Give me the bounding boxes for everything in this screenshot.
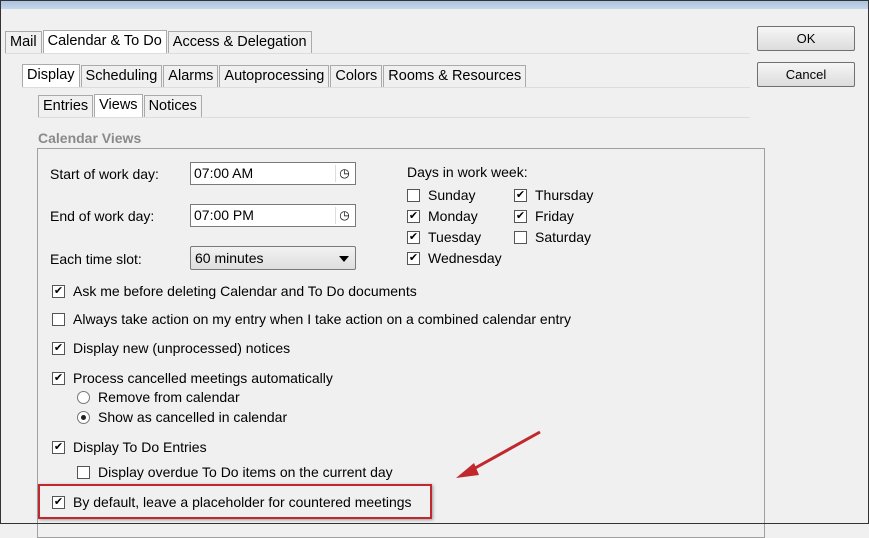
main-tabs: Mail Calendar & To Do Access & Delegation [5,30,313,53]
radio-option[interactable]: Show as cancelled in calendar [77,409,287,425]
time-slot-select[interactable]: 60 minutes [190,246,356,270]
tab-views[interactable]: Views [94,94,143,117]
radio-option[interactable]: Remove from calendar [77,389,240,405]
checkbox[interactable]: ✔ [514,209,527,223]
day-label: Thursday [535,187,594,203]
tab-notices[interactable]: Notices [143,95,202,117]
day-checkbox-friday[interactable]: ✔ Friday [514,208,574,224]
checkbox[interactable]: ✔ [52,440,65,454]
divider [22,87,750,88]
title-bar [0,0,869,9]
start-time-input[interactable]: 07:00 AM ◷ [190,162,356,185]
checkbox[interactable] [407,188,420,202]
tab-rooms-resources[interactable]: Rooms & Resources [383,65,527,87]
start-label: Start of work day: [50,166,159,182]
slot-label: Each time slot: [50,251,142,267]
tab-access-delegation[interactable]: Access & Delegation [167,31,312,53]
option-label: Always take action on my entry when I ta… [73,311,572,327]
checkbox[interactable]: ✔ [52,284,65,298]
tab-display[interactable]: Display [22,64,80,87]
cancel-button[interactable]: Cancel [757,62,855,87]
tab-scheduling[interactable]: Scheduling [80,65,163,87]
option-checkbox[interactable]: ✔ Display To Do Entries [52,439,207,455]
highlight-box [38,484,432,519]
day-label: Saturday [535,229,592,245]
checkbox[interactable]: ✔ [407,251,420,265]
option-label: Ask me before deleting Calendar and To D… [73,283,417,299]
time-slot-value: 60 minutes [195,250,264,266]
option-checkbox[interactable]: ✔ Process cancelled meetings automaticall… [52,370,333,386]
tab-calendar-to-do[interactable]: Calendar & To Do [42,30,167,53]
day-checkbox-wednesday[interactable]: ✔ Wednesday [407,250,502,266]
tab-mail[interactable]: Mail [5,31,42,53]
end-label: End of work day: [50,208,155,224]
option-label: Remove from calendar [98,389,240,405]
option-label: Display overdue To Do items on the curre… [98,464,393,480]
checkbox[interactable]: ✔ [52,371,65,385]
end-time-input[interactable]: 07:00 PM ◷ [190,204,356,227]
tab-alarms[interactable]: Alarms [163,65,219,87]
tab-entries[interactable]: Entries [38,95,94,117]
option-checkbox[interactable]: ✔ Ask me before deleting Calendar and To … [52,283,417,299]
day-checkbox-thursday[interactable]: ✔ Thursday [514,187,593,203]
clock-icon[interactable]: ◷ [335,165,353,182]
day-checkbox-saturday[interactable]: Saturday [514,229,591,245]
annotation-arrow [456,430,541,478]
chevron-down-icon [339,256,349,262]
option-checkbox[interactable]: ✔ Display new (unprocessed) notices [52,340,290,356]
checkbox[interactable]: ✔ [407,230,420,244]
start-time-value: 07:00 AM [194,165,254,181]
day-checkbox-sunday[interactable]: Sunday [407,187,475,203]
option-label: Process cancelled meetings automatically [73,370,333,386]
divider [5,53,750,54]
day-label: Sunday [428,187,476,203]
option-checkbox[interactable]: Display overdue To Do items on the curre… [77,464,393,480]
views-tabs: Entries Views Notices [38,94,203,117]
day-label: Monday [428,208,478,224]
tab-colors[interactable]: Colors [330,65,383,87]
checkbox[interactable]: ✔ [52,341,65,355]
day-checkbox-monday[interactable]: ✔ Monday [407,208,478,224]
divider [38,117,750,118]
ok-button[interactable]: OK [757,26,855,51]
radio[interactable] [77,390,90,404]
day-label: Wednesday [428,250,502,266]
option-label: Display To Do Entries [73,439,207,455]
option-checkbox[interactable]: Always take action on my entry when I ta… [52,311,571,327]
end-time-value: 07:00 PM [194,207,254,223]
radio[interactable] [77,410,90,424]
day-label: Friday [535,208,574,224]
checkbox[interactable]: ✔ [514,188,527,202]
group-title: Calendar Views [38,130,142,146]
sub-tabs: Display Scheduling Alarms Autoprocessing Col… [22,64,527,87]
clock-icon[interactable]: ◷ [335,207,353,224]
checkbox[interactable] [77,465,90,479]
checkbox[interactable] [514,230,527,244]
option-label: Display new (unprocessed) notices [73,340,291,356]
option-label: Show as cancelled in calendar [98,409,288,425]
day-label: Tuesday [428,229,482,245]
checkbox[interactable] [52,312,65,326]
day-checkbox-tuesday[interactable]: ✔ Tuesday [407,229,481,245]
tab-autoprocessing[interactable]: Autoprocessing [219,65,330,87]
checkbox[interactable]: ✔ [407,209,420,223]
days-label: Days in work week: [407,164,528,180]
